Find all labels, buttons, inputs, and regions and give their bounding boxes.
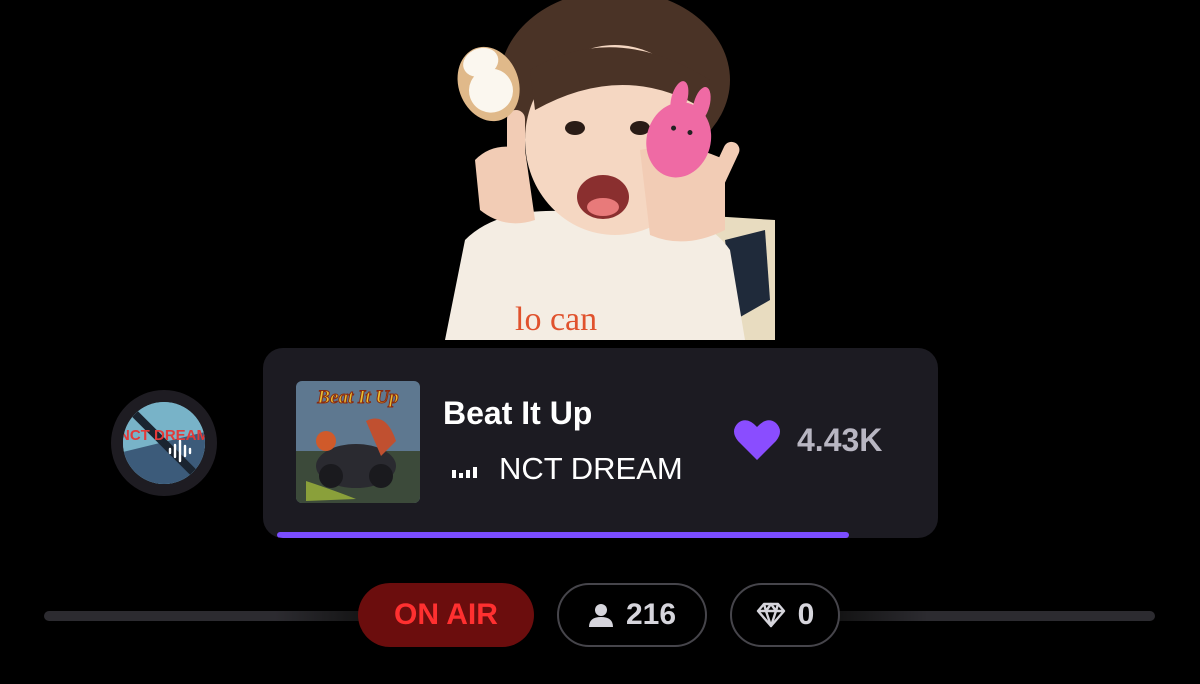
sound-wave-icon (168, 439, 192, 463)
now-playing-card[interactable]: Beat It Up Beat It Up NCT DREAM 4.43K (263, 348, 938, 538)
host-photo: lo can (425, 0, 775, 340)
album-cover: Beat It Up (296, 381, 420, 503)
divider-right (830, 611, 1155, 621)
diamond-icon (756, 602, 785, 628)
person-icon (588, 604, 613, 627)
listener-count: 216 (625, 598, 677, 631)
station-avatar-image: NCT DREAM (123, 402, 205, 484)
divider-left (44, 611, 374, 621)
like-button[interactable]: 4.43K (733, 418, 882, 462)
listener-count-button[interactable]: 216 (557, 583, 707, 647)
artist-name: NCT DREAM (499, 451, 683, 486)
gem-count-button[interactable]: 0 (730, 583, 840, 647)
like-count: 4.43K (797, 421, 883, 458)
on-air-badge: ON AIR (358, 583, 534, 647)
song-title: Beat It Up (443, 395, 593, 431)
heart-icon (734, 420, 780, 460)
playback-progress (277, 532, 927, 538)
album-art-text: Beat It Up (316, 387, 398, 408)
svg-text:lo can: lo can (515, 301, 597, 338)
playback-progress-fill (277, 532, 849, 538)
station-avatar[interactable]: NCT DREAM (111, 390, 217, 496)
audio-bars-icon (452, 467, 477, 478)
on-air-label: ON AIR (394, 598, 498, 631)
artist-row: NCT DREAM (451, 451, 683, 487)
gem-count: 0 (797, 598, 815, 631)
